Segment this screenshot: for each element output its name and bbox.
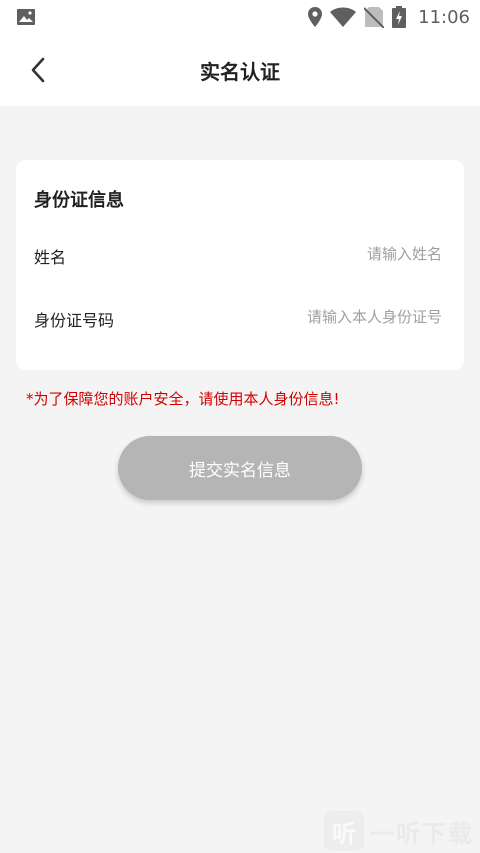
location-icon [308,7,323,27]
id-info-card: 身份证信息 姓名 身份证号码 [16,160,464,370]
image-icon [17,9,35,25]
battery-charging-icon [392,6,407,28]
watermark: 听 一听下载 [324,811,474,851]
submit-button[interactable]: 提交实名信息 [118,436,362,500]
page-title: 实名认证 [200,60,280,84]
screen: 11:06 实名认证 身份证信息 姓名 身份证号码 *为了保障您的账户安全，请使… [0,0,480,853]
name-label: 姓名 [34,248,67,267]
wifi-icon [330,7,357,27]
header: 实名认证 [0,34,480,106]
name-input[interactable] [202,240,442,268]
status-bar: 11:06 [0,0,480,34]
name-row: 姓名 [34,240,442,270]
id-number-row: 身份证号码 [34,303,442,333]
id-number-label: 身份证号码 [34,311,115,330]
watermark-text: 一听下载 [370,819,474,848]
no-sim-icon [364,7,385,28]
id-number-input[interactable] [202,303,442,331]
status-time: 11:06 [418,6,470,28]
card-title: 身份证信息 [34,190,124,211]
security-warning: *为了保障您的账户安全，请使用本人身份信息! [26,390,340,408]
watermark-logo: 听 [324,811,364,851]
status-icons: 11:06 [308,4,470,30]
